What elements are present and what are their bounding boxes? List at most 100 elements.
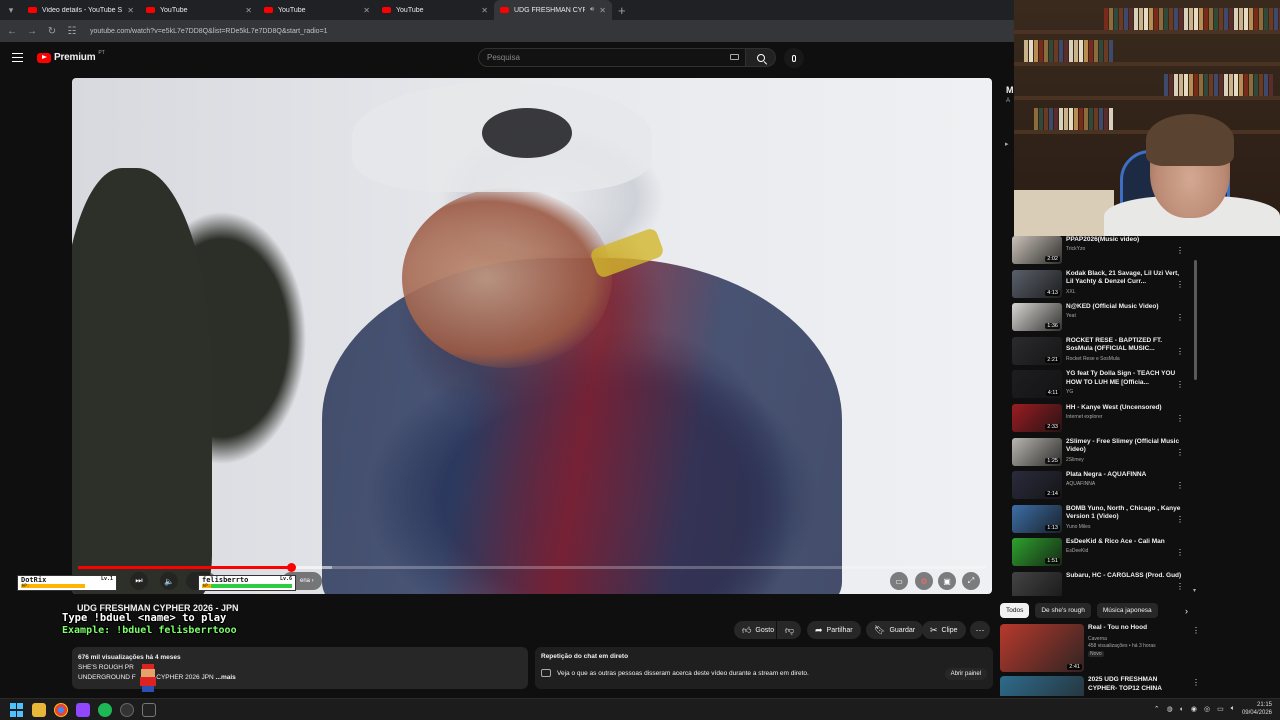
menu-icon[interactable] [12, 53, 23, 62]
file-explorer-icon[interactable] [32, 703, 46, 717]
tray-app-icon[interactable]: ◐ [1180, 706, 1184, 713]
filter-chip[interactable]: Todos [1000, 603, 1030, 618]
playlist-thumbnail[interactable]: 2:33 [1012, 404, 1062, 432]
playlist-thumbnail[interactable]: 2:21 [1012, 336, 1062, 365]
playlist-item-title[interactable]: Subaru, HC - CARGLASS (Prod. Gud) [1066, 572, 1182, 581]
dislike-button[interactable]: 👎︎ [777, 621, 801, 639]
browser-tab[interactable]: UDG FRESHMAN CYPHER 2 🔊︎ ✕ [494, 0, 612, 20]
spotify-icon[interactable] [98, 703, 112, 717]
show-more-link[interactable]: ...mais [216, 674, 236, 681]
playlist-item-channel[interactable]: Internet explorer [1066, 414, 1102, 420]
next-icon[interactable]: ⏭ [130, 572, 148, 590]
settings-icon[interactable]: ⚙ [915, 572, 933, 590]
playlist-item-channel[interactable]: Yuno Miles [1066, 524, 1090, 530]
close-tab-icon[interactable]: ✕ [481, 6, 488, 15]
search-button[interactable] [746, 48, 776, 67]
more-vert-icon[interactable]: ⋮ [1176, 347, 1184, 356]
more-vert-icon[interactable]: ⋮ [1176, 548, 1184, 557]
recommended-video[interactable]: 2025 UDG FRESHMAN CYPHER- TOP12 CHINA ⋮ [1000, 676, 1200, 696]
playlist-item[interactable]: 1:13 BOMB Yuno, North , Chicago , Kanye … [1010, 504, 1200, 537]
tray-overflow-icon[interactable]: ⌃ [1154, 705, 1160, 713]
more-vert-icon[interactable]: ⋮ [1192, 678, 1200, 687]
playlist-item[interactable]: 4:11 YG feat Ty Dolla Sign - TEACH YOU H… [1010, 370, 1200, 402]
search-input[interactable]: Pesquisa [478, 48, 746, 67]
close-tab-icon[interactable]: ✕ [599, 6, 606, 15]
more-vert-icon[interactable]: ⋮ [1176, 481, 1184, 490]
voice-search-button[interactable] [784, 48, 804, 68]
more-vert-icon[interactable]: ⋮ [1176, 280, 1184, 289]
chevron-right-icon[interactable]: › [1185, 606, 1188, 616]
playlist-item-title[interactable]: Kodak Black, 21 Savage, Lil Uzi Vert, Li… [1066, 270, 1182, 287]
playlist-thumbnail[interactable] [1012, 572, 1062, 596]
playlist-thumbnail[interactable]: 1:36 [1012, 303, 1062, 332]
playlist-item[interactable]: 2:14 Plata Negra - AQUAFINNA AQUAFINNA ⋮ [1010, 471, 1200, 503]
open-panel-button[interactable]: Abrir painel [944, 668, 987, 680]
new-tab-icon[interactable]: + [612, 3, 632, 18]
more-actions-button[interactable]: ⋯ [970, 621, 990, 639]
network-icon[interactable]: ▭ [1217, 705, 1224, 713]
playlist-item-title[interactable]: PPAP2026(Music video) [1066, 236, 1182, 245]
playlist-thumbnail[interactable]: 1:25 [1012, 437, 1062, 466]
more-vert-icon[interactable]: ⋮ [1176, 582, 1184, 591]
playlist-thumbnail[interactable]: 1:51 [1012, 538, 1062, 567]
playlist-item-title[interactable]: EsDeeKid & Rico Ace - Cali Man [1066, 538, 1182, 547]
back-icon[interactable]: ← [6, 26, 18, 37]
close-tab-icon[interactable]: ✕ [127, 6, 134, 15]
chrome-icon[interactable] [54, 703, 68, 717]
more-vert-icon[interactable]: ⋮ [1176, 313, 1184, 322]
playlist-item[interactable]: 2:33 HH - Kanye West (Uncensored) Intern… [1010, 404, 1200, 436]
recommended-channel[interactable]: Caverna [1088, 636, 1107, 642]
playlist-item[interactable]: 4:13 Kodak Black, 21 Savage, Lil Uzi Ver… [1010, 269, 1200, 302]
share-button[interactable]: ➦ Partilhar [807, 621, 861, 639]
clock[interactable]: 21:15 09/04/2026 [1242, 701, 1272, 717]
more-vert-icon[interactable]: ⋮ [1176, 515, 1184, 524]
volume-icon[interactable]: 🔈 [160, 572, 178, 590]
playlist-item-title[interactable]: YG feat Ty Dolla Sign - TEACH YOU HOW TO… [1066, 370, 1182, 387]
more-vert-icon[interactable]: ⋮ [1192, 626, 1200, 635]
app-icon[interactable] [142, 703, 156, 717]
obs-icon[interactable] [120, 703, 134, 717]
recommended-video[interactable]: 2:41 Real - Tou no Hood Caverna 458 visu… [1000, 624, 1200, 674]
playlist-item-title[interactable]: 2Slimey - Free Slimey (Official Music Vi… [1066, 438, 1182, 455]
tray-app-icon[interactable]: ◉ [1191, 705, 1197, 713]
forward-icon[interactable]: → [26, 26, 38, 37]
filter-chip[interactable]: De she's rough [1035, 603, 1091, 618]
more-vert-icon[interactable]: ⋮ [1176, 246, 1184, 255]
playlist-item-channel[interactable]: Rocket Rese e SosMula [1066, 356, 1120, 362]
site-info-icon[interactable]: ☷ [66, 26, 78, 37]
close-tab-icon[interactable]: ✕ [245, 6, 252, 15]
playlist-scrollbar[interactable] [1194, 260, 1197, 380]
close-tab-icon[interactable]: ✕ [363, 6, 370, 15]
like-button[interactable]: 👍︎ Gosto [734, 621, 776, 639]
browser-tab[interactable]: YouTube ✕ [258, 0, 376, 20]
playlist-item-channel[interactable]: TrickYzo [1066, 246, 1085, 252]
playlist-item-channel[interactable]: Yeat [1066, 313, 1076, 319]
windows-start-icon[interactable] [10, 703, 23, 717]
video-player[interactable]: ⏭ 🔈 ena › ▭ ⚙ ▣ ⤢ [72, 78, 992, 594]
playlist-item[interactable]: 1:51 EsDeeKid & Rico Ace - Cali Man EsDe… [1010, 538, 1200, 570]
playlist-thumbnail[interactable]: 1:13 [1012, 504, 1062, 533]
playlist-item-channel[interactable]: 2Slimey [1066, 457, 1084, 463]
playlist-item-channel[interactable]: EsDeeKid [1066, 548, 1088, 554]
playlist-thumbnail[interactable]: 2:14 [1012, 471, 1062, 500]
progress-scrubber[interactable] [287, 563, 297, 572]
playlist-item-channel[interactable]: XXL [1066, 289, 1075, 295]
tab-search-icon[interactable]: ▾ [0, 0, 22, 20]
clip-button[interactable]: ✂ Clipe [922, 621, 966, 639]
url-field[interactable]: youtube.com/watch?v=e5kL7e7DD8Q&list=RDe… [90, 28, 328, 35]
more-vert-icon[interactable]: ⋮ [1176, 414, 1184, 423]
volume-tray-icon[interactable]: 🔈︎ [1231, 705, 1235, 713]
browser-tab[interactable]: YouTube ✕ [140, 0, 258, 20]
playlist-item[interactable]: 1:36 N@KED (Official Music Video) Yeat ⋮ [1010, 303, 1200, 335]
playlist-item-title[interactable]: ROCKET RESE - BAPTIZED FT. SosMula (OFFI… [1066, 337, 1182, 354]
subtitles-icon[interactable]: ▭ [890, 572, 908, 590]
keyboard-icon[interactable] [730, 54, 739, 60]
fullscreen-icon[interactable]: ⤢ [962, 572, 980, 590]
tray-app-icon[interactable]: ◍ [1167, 705, 1173, 713]
playlist-item-title[interactable]: HH - Kanye West (Uncensored) [1066, 404, 1182, 413]
playlist-item-title[interactable]: Plata Negra - AQUAFINNA [1066, 471, 1182, 480]
playlist-thumbnail[interactable]: 2:02 [1012, 236, 1062, 264]
save-button[interactable]: 🔖︎ Guardar [866, 621, 924, 639]
browser-tab[interactable]: YouTube ✕ [376, 0, 494, 20]
more-vert-icon[interactable]: ⋮ [1176, 448, 1184, 457]
